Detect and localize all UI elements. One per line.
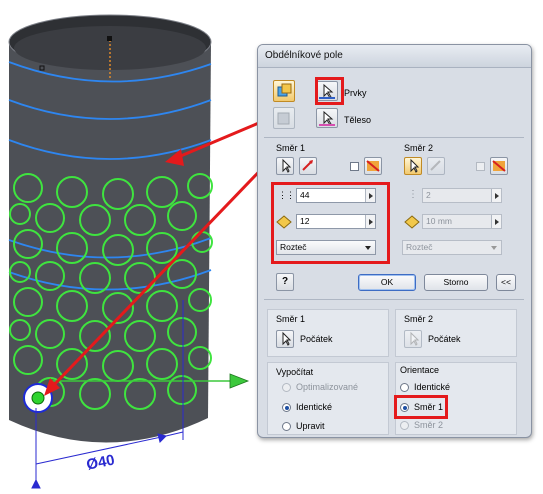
body-mode-button[interactable] [273,107,295,129]
flip-direction-icon [302,160,313,171]
pattern-body-icon [277,112,290,125]
orientation-dir2-radio[interactable] [400,421,409,430]
diameter-label: Ø40 [85,452,116,474]
direction2-count-value: 2 [426,190,431,200]
highlight-features-button [315,77,344,105]
orientation-title: Orientace [400,365,440,375]
highlight-orientation-dir1 [394,395,448,419]
features-mode-button[interactable] [273,80,295,102]
features-label: Prvky [344,88,367,98]
count-icon: ⋮ [408,189,418,200]
start-dir2-panel: Směr 2 Počátek [395,309,517,357]
start-dir2-label: Počátek [428,334,461,344]
body-label: Těleso [344,115,372,125]
orientation-option-label: Identické [414,382,451,392]
direction2-midplane-checkbox[interactable] [476,162,485,171]
direction1-title: Směr 1 [276,143,306,153]
dialog-title: Obdélníkové pole [265,50,343,61]
direction-arrow-icon[interactable] [229,373,250,389]
direction1-flip-button[interactable] [299,157,317,175]
dialog-titlebar[interactable]: Obdélníkové pole [258,45,531,68]
spacing-icon [404,215,420,229]
start-dir2-title: Směr 2 [404,314,434,324]
midplane-icon [366,160,380,172]
compute-identical-radio[interactable] [282,403,291,412]
compute-option-label: Optimalizované [296,382,359,392]
more-toggle-button[interactable]: << [496,274,516,291]
direction2-spacing-value: 10 mm [426,216,452,226]
cursor-arrow-icon [410,158,420,173]
cancel-button[interactable]: Storno [424,274,488,291]
compute-optimized-radio[interactable] [282,383,291,392]
direction2-midplane-button[interactable] [490,157,508,175]
axis-endpoint-marker [107,36,112,41]
direction1-select-button[interactable] [276,157,294,175]
chevron-down-icon [491,246,497,250]
rectangular-pattern-dialog: Obdélníkové pole Prvky Těleso Směr 1 ⋮⋮⋮… [257,44,532,438]
compute-option-label: Upravit [296,421,325,431]
divider [264,137,524,138]
compute-title: Vypočítat [276,367,314,377]
direction2-spacing-input[interactable]: 10 mm [422,214,502,229]
cursor-arrow-icon [410,331,420,346]
body-select-button[interactable] [316,108,338,128]
compute-panel: Vypočítat Optimalizované Identické Uprav… [267,362,389,435]
divider [264,299,524,300]
seed-feature [31,391,45,405]
start-dir1-panel: Směr 1 Počátek [267,309,389,357]
compute-adjust-radio[interactable] [282,422,291,431]
midplane-icon [492,160,506,172]
highlight-direction1-fields [271,182,390,264]
direction2-method-select[interactable]: Rozteč [402,240,502,255]
start-dir1-label: Počátek [300,334,333,344]
pattern-features-icon [277,83,292,97]
direction2-select-button[interactable] [404,157,422,175]
help-icon: ? [282,276,289,287]
direction2-flip-button[interactable] [427,157,445,175]
direction2-method-value: Rozteč [406,242,433,252]
spin-arrow-icon[interactable] [491,189,501,202]
direction2-count-input[interactable]: 2 [422,188,502,203]
start-dir1-title: Směr 1 [276,314,306,324]
direction1-midplane-button[interactable] [364,157,382,175]
spin-arrow-icon[interactable] [491,215,501,228]
start-dir1-select-button[interactable] [276,330,294,348]
orientation-option-label: Směr 2 [414,420,444,430]
start-dir2-select-button[interactable] [404,330,422,348]
cursor-arrow-icon [319,110,335,126]
cursor-arrow-icon [282,158,292,173]
orientation-identical-radio[interactable] [400,383,409,392]
direction2-title: Směr 2 [404,143,434,153]
direction1-midplane-checkbox[interactable] [350,162,359,171]
compute-option-label: Identické [296,402,333,412]
cursor-arrow-icon [282,331,292,346]
help-button[interactable]: ? [276,273,294,291]
ok-button[interactable]: OK [358,274,416,291]
flip-direction-icon [430,160,441,171]
